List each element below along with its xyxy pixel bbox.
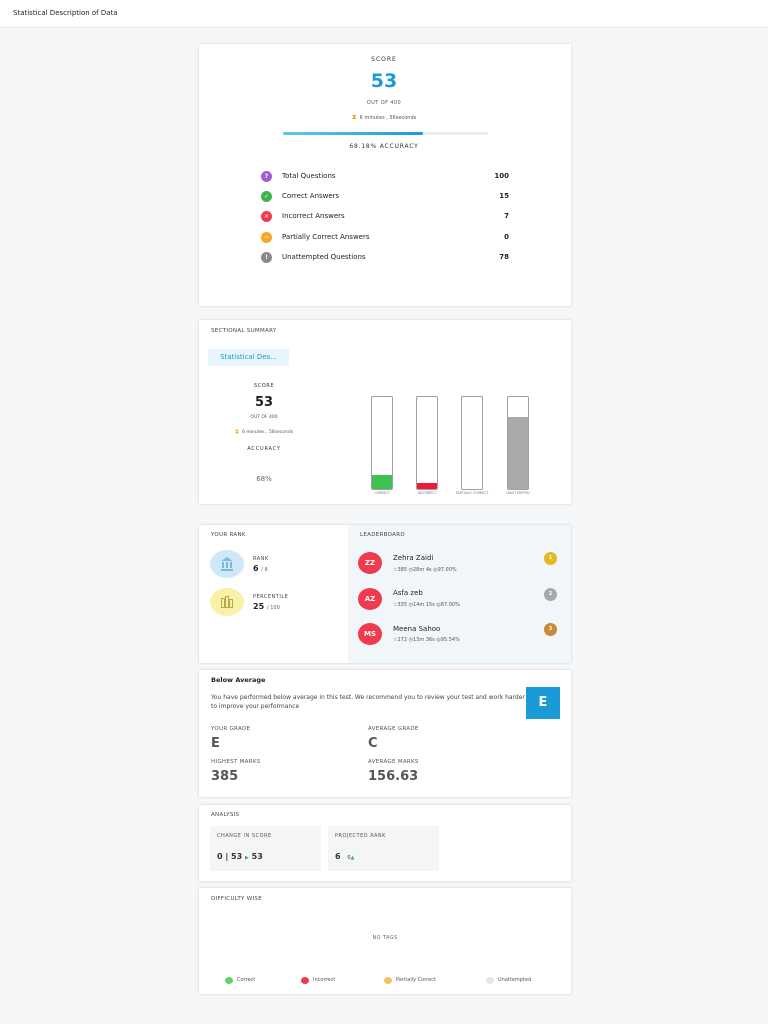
score-label: SCORE — [371, 56, 397, 63]
leader-stats: ☆272 ◷13m 36s ◎95.54% — [393, 637, 460, 643]
sectional-accuracy-label: ACCURACY — [247, 446, 281, 452]
bar-fill-correct — [372, 475, 392, 489]
legend-dot-unattempted — [486, 977, 494, 984]
stat-row-partial: ~ Partially Correct Answers 0 — [261, 232, 511, 244]
percentile-bars-icon — [221, 596, 233, 608]
bar-partially-correct — [461, 396, 483, 490]
percentile-icon-circle — [210, 588, 244, 616]
sectional-summary-card: SECTIONAL SUMMARY Statistical Des... SCO… — [199, 320, 571, 504]
bar-incorrect — [416, 396, 438, 490]
tab-statistical-description[interactable]: Statistical Des... — [208, 349, 289, 366]
change-in-score-value: 0 | 53 ▶ 53 — [217, 852, 263, 861]
percentile-value: 25 / 100 — [253, 602, 280, 611]
change-in-score-box: CHANGE IN SCORE 0 | 53 ▶ 53 — [210, 826, 321, 871]
stat-row-total: ? Total Questions 100 — [261, 171, 511, 183]
score-out-of: OUT OF 400 — [366, 100, 402, 106]
hourglass-icon: ⧗ — [234, 428, 240, 435]
leader-name[interactable]: Asfa zeb — [393, 589, 423, 597]
average-grade-value: C — [368, 736, 378, 751]
sectional-out-of: OUT OF 400 — [250, 415, 278, 420]
info-icon: ! — [261, 252, 272, 263]
hourglass-icon: ⧗ — [351, 113, 357, 121]
projected-rank-value: 6 0▲ — [335, 852, 355, 861]
performance-message: You have performed below average in this… — [211, 694, 525, 710]
highest-marks-value: 385 — [211, 769, 239, 784]
question-icon: ? — [261, 171, 272, 182]
analysis-card: ANALYSIS CHANGE IN SCORE 0 | 53 ▶ 53 PRO… — [199, 805, 571, 881]
bar-fill-unattempted — [508, 417, 528, 489]
difficulty-title: DIFFICULTY WISE — [211, 896, 262, 902]
leader-name[interactable]: Zehra Zaidi — [393, 554, 433, 562]
arrow-up-icon: ▲ — [350, 855, 355, 861]
average-marks-value: 156.63 — [368, 769, 419, 784]
no-tags-text: NO TAGS — [372, 935, 398, 941]
rank-icon-circle — [210, 550, 244, 578]
legend-partial: Partially Correct — [396, 977, 436, 983]
leaderboard-title: LEADERBOARD — [360, 532, 405, 538]
rank-card: YOUR RANK LEADERBOARD RANK 6 / 8 PERCENT… — [199, 525, 571, 663]
stat-row-unattempted: ! Unattempted Questions 78 — [261, 252, 511, 264]
rank-value: 6 / 8 — [253, 564, 268, 573]
your-grade-value: E — [211, 736, 220, 751]
gold-medal-icon: 1 — [544, 552, 557, 565]
stat-row-incorrect: ✕ Incorrect Answers 7 — [261, 211, 511, 223]
change-in-score-label: CHANGE IN SCORE — [217, 833, 272, 839]
sectional-time: ⧗ 6 minutes , 56seconds — [234, 428, 294, 435]
silver-medal-icon: 2 — [544, 588, 557, 601]
sectional-accuracy-value: 68% — [256, 475, 272, 483]
projected-rank-label: PROJECTED RANK — [335, 833, 386, 839]
score-value: 53 — [370, 70, 398, 92]
sectional-score-value: 53 — [254, 395, 274, 410]
arrow-right-icon: ▶ — [245, 855, 249, 861]
performance-card: Below Average You have performed below a… — [199, 670, 571, 797]
bar-correct — [371, 396, 393, 490]
bar-label-incorrect: INCORRECT — [417, 491, 437, 495]
analysis-title: ANALYSIS — [211, 812, 240, 818]
cross-icon: ✕ — [261, 211, 272, 222]
sectional-summary-title: SECTIONAL SUMMARY — [211, 328, 277, 334]
highest-marks-label: HIGHEST MARKS — [211, 759, 261, 765]
leader-stats: ☆335 ◷14m 15s ◎87.00% — [393, 602, 460, 608]
avatar[interactable]: AZ — [358, 588, 382, 610]
stat-row-correct: ✓ Correct Answers 15 — [261, 191, 511, 203]
your-rank-title: YOUR RANK — [211, 532, 246, 538]
check-icon: ✓ — [261, 191, 272, 202]
accuracy-progress-fill — [283, 132, 423, 135]
legend-correct: Correct — [237, 977, 256, 983]
grade-badge: E — [526, 687, 560, 719]
difficulty-card: DIFFICULTY WISE NO TAGS Correct Incorrec… — [199, 888, 571, 994]
percentile-label: PERCENTILE — [253, 594, 289, 600]
time-taken: ⧗ 6 minutes , 56seconds — [351, 113, 417, 121]
accuracy-progress-bar — [283, 132, 488, 135]
legend-dot-correct — [225, 977, 233, 984]
sectional-score-label: SCORE — [253, 383, 275, 389]
tilde-icon: ~ — [261, 232, 272, 243]
bar-label-partial: PARTIALLY CORRECT — [455, 491, 489, 495]
leader-stats: ☆385 ◷28m 4s ◎97.00% — [393, 567, 457, 573]
performance-title: Below Average — [211, 676, 266, 684]
avatar[interactable]: MS — [358, 623, 382, 645]
rank-label: RANK — [253, 556, 269, 562]
projected-rank-box: PROJECTED RANK 6 0▲ — [328, 826, 439, 871]
legend-incorrect: Incorrect — [313, 977, 336, 983]
leader-name[interactable]: Meena Sahoo — [393, 625, 440, 633]
bar-label-unattempted: UNATTEMPTED — [506, 491, 530, 495]
bar-fill-incorrect — [417, 482, 437, 489]
score-card-content: SCORE 53 OUT OF 400 ⧗ 6 minutes , 56secon… — [0, 0, 768, 306]
bronze-medal-icon: 3 — [544, 623, 557, 636]
your-grade-label: YOUR GRADE — [211, 726, 251, 732]
accuracy-text: 68.18% ACCURACY — [349, 143, 419, 150]
bar-unattempted — [507, 396, 529, 490]
avatar[interactable]: ZZ — [358, 552, 382, 574]
average-marks-label: AVERAGE MARKS — [368, 759, 419, 765]
legend-dot-partial — [384, 977, 392, 984]
bar-label-correct: CORRECT — [374, 491, 390, 495]
legend-dot-incorrect — [301, 977, 309, 984]
legend-unattempted: Unattempted — [498, 977, 532, 983]
average-grade-label: AVERAGE GRADE — [368, 726, 419, 732]
bank-icon — [221, 557, 233, 571]
